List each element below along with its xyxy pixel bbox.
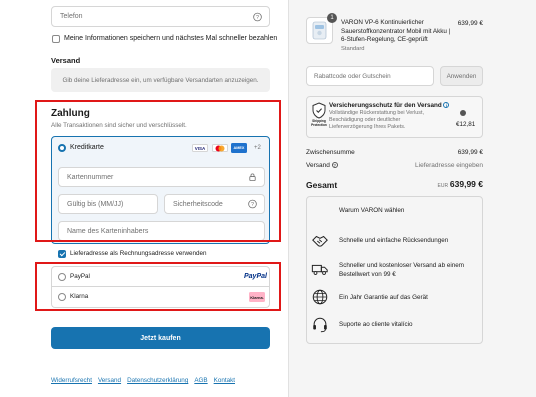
save-info-checkbox[interactable] [52, 35, 60, 43]
phone-placeholder: Telefon [60, 13, 83, 20]
footer-link-versand[interactable]: Versand [98, 377, 121, 384]
discount-code-input[interactable]: Rabattcode oder Gutschein [306, 66, 434, 86]
shipping-placeholder-text: Gib deine Lieferadresse ein, um verfügba… [62, 76, 259, 84]
info-icon[interactable]: i [443, 102, 450, 109]
handshake-icon [312, 235, 328, 247]
insurance-badge-text: Shipping Protection [311, 119, 327, 127]
save-info-label: Meine Informationen speichern und nächst… [64, 35, 278, 42]
shipping-insurance-box[interactable]: Shipping Protection Versicherungsschutz … [306, 96, 483, 138]
phone-field[interactable]: Telefon ? [51, 6, 270, 27]
insurance-toggle[interactable] [460, 110, 466, 116]
footer-link-agb[interactable]: AGB [194, 377, 207, 384]
subtotal-value: 639,99 € [457, 149, 483, 156]
buy-now-button[interactable]: Jetzt kaufen [51, 327, 270, 349]
svg-text:?: ? [256, 14, 259, 20]
total-value: 639,99 € [449, 179, 483, 189]
shield-icon [312, 102, 326, 119]
why-item-returns: Schnelle und einfache Rücksendungen [339, 237, 449, 244]
product-price: 639,99 € [457, 20, 483, 27]
total-value-row: EUR 639,99 € [420, 179, 483, 189]
globe-icon [312, 289, 328, 305]
shipping-value: Lieferadresse eingeben [415, 162, 483, 169]
product-title-text: VARON VP-6 Kontinuierlicher Sauerstoffko… [341, 19, 451, 43]
insurance-desc: Vollständige Rückerstattung bei Verlust,… [329, 110, 424, 130]
product-variant: Standard [341, 45, 365, 52]
footer-link-widerrufsrecht[interactable]: Widerrufsrecht [51, 377, 92, 384]
footer-links: Widerrufsrecht Versand Datenschutzerklär… [51, 377, 235, 384]
buy-now-label: Jetzt kaufen [140, 334, 181, 342]
highlight-box-payment [35, 100, 281, 242]
total-currency: EUR [437, 183, 449, 189]
discount-placeholder: Rabattcode oder Gutschein [314, 72, 391, 80]
billing-same-checkbox[interactable] [58, 250, 66, 258]
subtotal-label: Zwischensumme [306, 149, 355, 156]
checkout-form: Telefon ? Meine Informationen speichern … [0, 0, 288, 397]
apply-discount-button[interactable]: Anwenden [440, 66, 483, 86]
headset-icon [313, 317, 327, 333]
insurance-title-text: Versicherungsschutz für den Versand [329, 102, 442, 109]
shipping-methods-placeholder: Gib deine Lieferadresse ein, um verfügba… [51, 68, 270, 92]
apply-label: Anwenden [446, 72, 477, 80]
insurance-title: Versicherungsschutz für den Versand i [329, 102, 450, 109]
insurance-price: €12,81 [456, 121, 476, 128]
footer-link-kontakt[interactable]: Kontakt [214, 377, 235, 384]
shipping-label-text: Versand [306, 162, 330, 169]
why-item-support: Suporte ao cliente vitalício [339, 321, 413, 328]
footer-link-datenschutz[interactable]: Datenschutzerklärung [127, 377, 188, 384]
why-heading: Warum VARON wählen [339, 207, 405, 214]
why-item-warranty: Ein Jahr Garantie auf das Gerät [339, 294, 428, 301]
truck-icon [311, 264, 328, 275]
highlight-box-alt-payments [35, 262, 281, 311]
quantity-badge: 1 [327, 13, 337, 23]
total-label: Gesamt [306, 180, 338, 190]
shipping-label: Versand ? [306, 162, 338, 169]
why-item-shipping: Schneller und kostenloser Versand ab ein… [339, 262, 464, 278]
billing-same-label: Lieferadresse als Rechnungsadresse verwe… [70, 250, 207, 257]
help-circle-icon[interactable]: ? [253, 12, 262, 21]
help-circle-icon[interactable]: ? [331, 162, 338, 169]
shipping-heading: Versand [51, 56, 81, 65]
product-title: VARON VP-6 Kontinuierlicher Sauerstoffko… [341, 19, 453, 53]
